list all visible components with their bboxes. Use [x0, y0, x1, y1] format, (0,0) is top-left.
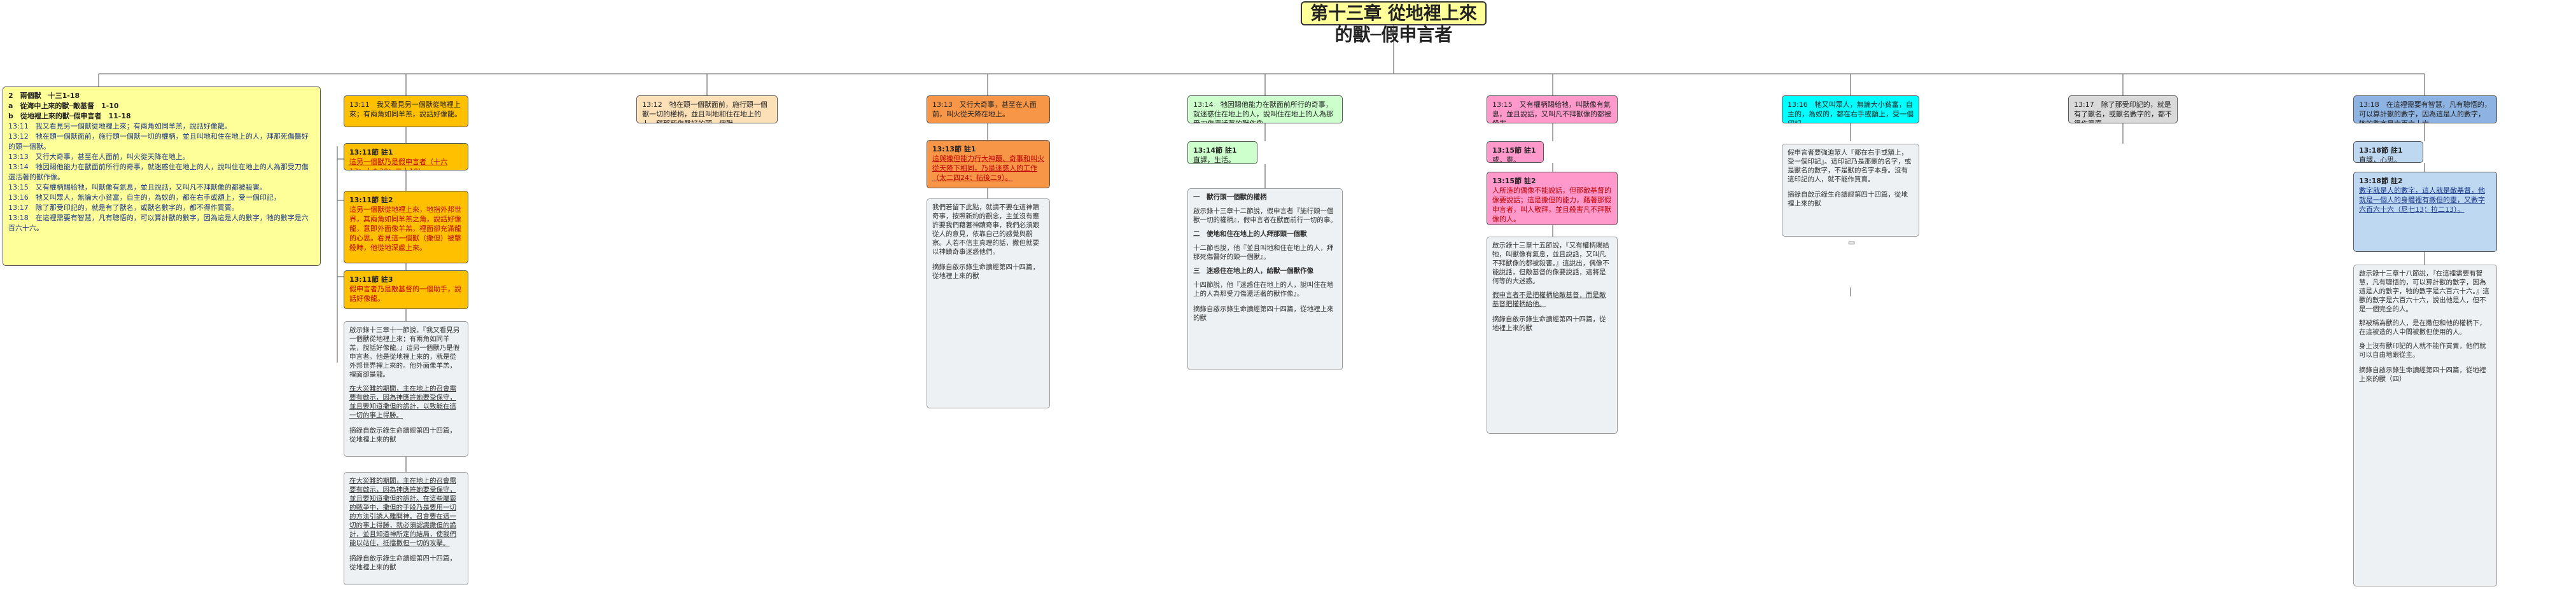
outline-line-3: b 從地裡上來的獸─假申言者 11-18	[8, 112, 131, 120]
detail-paragraph: 啟示錄十三章十二節說，假申言者『施行頭一個獸一切的權柄』，假申言者在獸面前行一切…	[1193, 207, 1337, 224]
detail-13-18[interactable]: 啟示錄十三章十八節說，『在這裡需要有智慧，凡有聰悟的，可以算計獸的數字，因為這是…	[2353, 265, 2497, 586]
note-heading: 13:14節 註1	[1193, 146, 1237, 155]
note-heading: 13:18節 註1	[2359, 146, 2403, 155]
outline-box[interactable]: 2 兩個獸 十三1-18 a 從海中上來的獸─敵基督 1-10 b 從地裡上來的…	[3, 87, 321, 266]
verse-13-11-node[interactable]: 13:11 我又看見另一個獸從地裡上來；有兩角如同羊羔，說話好像龍。	[344, 95, 468, 127]
outline-verse: 13:15 又有權柄賜給牠，叫獸像有氣息，並且說話，又叫凡不拜獸像的都被殺害。	[8, 183, 267, 191]
detail-paragraph: 十二節也說，他『並且叫地和住在地上的人，拜那死傷醫好的頭一個獸』。	[1193, 244, 1334, 261]
chapter-icon: ▦	[1390, 27, 1397, 36]
detail-13-11[interactable]: 啟示錄十三章十一節說，『我又看見另一個獸從地裡上來；有兩角如同羊羔，說話好像龍。…	[344, 321, 468, 457]
outline-line-1: 2 兩個獸 十三1-18	[8, 92, 80, 100]
detail-heading: 二 使地和住在地上的人拜那頭一個獸	[1193, 230, 1307, 238]
note-body: 這另一個獸從地裡上來，地指外邦世界，其兩角如同羊羔之角，說話好像龍，意即外面像羊…	[349, 205, 461, 252]
outline-verse: 13:17 除了那受印記的，就是有了獸名，或獸名數字的，都不得作買賣。	[8, 204, 239, 212]
detail-13-11-extra[interactable]: 在大災難的期間，主在地上的召會需要有啟示，因為神應許她要受保守，並且要知道撒但的…	[344, 472, 468, 585]
note-body: 直譯，生活。	[1193, 156, 1235, 164]
note-body: 這與撒但能力行大神蹟、奇事和叫火從天降下相同，乃是迷惑人的工作（太二四24；帖後…	[932, 155, 1044, 182]
note-body: 這另一個獸乃是假申言者（十六13；十九20；二十10）。	[349, 158, 447, 170]
detail-13-16[interactable]: 假申言者要強迫眾人『都在右手或額上，受一個印記』。這印記乃是那獸的名字，或是獸名…	[1782, 144, 1919, 237]
note-body: 人所造的偶像不能說話，但那敵基督的像要說話；這是撒但的能力，藉著那假申言者，叫人…	[1492, 186, 1611, 223]
detail-paragraph: 啟示錄十三章十一節說，『我又看見另一個獸從地裡上來；有兩角如同羊羔，說話好像龍。…	[349, 326, 460, 378]
detail-paragraph: 在大災難的期間，主在地上的召會需要有啟示，因為神應許她要受保守，並且要知道撒但的…	[349, 477, 456, 547]
note-heading: 13:11節 註1	[349, 148, 393, 156]
detail-paragraph: 假申言者要強迫眾人『都在右手或額上，受一個印記』。這印記乃是那獸的名字，或是獸名…	[1788, 149, 1912, 183]
detail-source: 摘錄自啟示錄生命讀經第四十四篇，從地裡上來的獸	[932, 263, 1039, 280]
note-heading: 13:11節 註3	[349, 275, 393, 284]
note-13-13-1[interactable]: 13:13節 註1 這與撒但能力行大神蹟、奇事和叫火從天降下相同，乃是迷惑人的工…	[927, 140, 1050, 188]
note-13-18-2[interactable]: 13:18節 註2 數字就是人的數字，這人就是敵基督，他就是一個人的身體裡有撒但…	[2353, 172, 2497, 252]
detail-source: 摘錄自啟示錄生命讀經第四十四篇，從地裡上來的獸	[349, 555, 456, 571]
outline-line-2: a 從海中上來的獸─敵基督 1-10	[8, 102, 119, 110]
outline-verse: 13:11 我又看見另一個獸從地裡上來；有兩角如同羊羔，說話好像龍。	[8, 122, 232, 130]
detail-heading: 三 迷惑住在地上的人，給獸一個獸作像	[1193, 267, 1313, 275]
note-body: 或，靈。	[1492, 156, 1520, 163]
chapter-title[interactable]: 第十三章 從地裡上來的獸─假申言者	[1301, 1, 1487, 45]
verse-13-18-node[interactable]: 13:18 在這裡需要有智慧，凡有聰悟的，可以算計獸的數字，因為這是人的數字，牠…	[2353, 95, 2497, 123]
detail-heading: 一 獸行頭一個獸的權柄	[1193, 193, 1267, 201]
note-13-18-1[interactable]: 13:18節 註1 直譯，心思。	[2353, 141, 2423, 163]
detail-paragraph: 啟示錄十三章十八節說，『在這裡需要有智慧，凡有聰悟的，可以算計獸的數字，因為這是…	[2359, 270, 2489, 313]
outline-verse: 13:14 牠因賜他能力在獸面前所行的奇事，就迷惑住在地上的人，說叫住在地上的人…	[8, 163, 309, 181]
outline-verse: 13:18 在這裡需要有智慧，凡有聰悟的，可以算計獸的數字，因為這是人的數字，牠…	[8, 214, 309, 232]
verse-13-16-node[interactable]: 13:16 牠又叫眾人，無論大小貧富，自主的，為奴的，都在右手或額上，受一個印記…	[1782, 95, 1919, 123]
note-13-11-2[interactable]: 13:11節 註2 這另一個獸從地裡上來，地指外邦世界，其兩角如同羊羔之角，說話…	[344, 191, 468, 263]
outline-verse: 13:16 牠又叫眾人，無論大小貧富，自主的，為奴的，都在右手或額上，受一個印記…	[8, 193, 281, 202]
note-13-15-1[interactable]: 13:15節 註1 或，靈。	[1487, 141, 1544, 163]
note-13-14-1[interactable]: 13:14節 註1 直譯，生活。	[1187, 141, 1257, 164]
detail-paragraph: 假申言者不是把權柄給敵基督，而是敵基督把權柄給他。	[1492, 291, 1606, 308]
detail-paragraph: 我們若留下此點，就請不要在這神蹟奇事，按照新約的觀念，主並沒有應許要我們藉著神蹟…	[932, 204, 1039, 256]
note-heading: 13:18節 註2	[2359, 177, 2403, 185]
detail-source: 摘錄自啟示錄生命讀經第四十四篇，從地裡上來的獸	[1788, 191, 1908, 207]
note-body: 直譯，心思。	[2359, 156, 2401, 163]
detail-paragraph: 十四節說，他『迷惑住在地上的人，說叫住在地上的人為那受刀傷還活著的獸作像』。	[1193, 281, 1334, 298]
note-heading: 13:15節 註2	[1492, 177, 1536, 185]
note-body: 數字就是人的數字，這人就是敵基督，他就是一個人的身體裡有撒但的靈，又數字六百六十…	[2359, 186, 2485, 214]
outline-verse: 13:13 又行大奇事，甚至在人面前，叫火從天降在地上。	[8, 153, 190, 161]
detail-13-13[interactable]: 我們若留下此點，就請不要在這神蹟奇事，按照新約的觀念，主並沒有應許要我們藉著神蹟…	[927, 198, 1050, 408]
outline-verse: 13:12 牠在頭一個獸面前，施行頭一個獸一切的權柄，並且叫地和住在地上的人，拜…	[8, 132, 309, 151]
detail-13-14[interactable]: 一 獸行頭一個獸的權柄 啟示錄十三章十二節說，假申言者『施行頭一個獸一切的權柄』…	[1187, 188, 1343, 370]
verse-13-14-node[interactable]: 13:14 牠因賜他能力在獸面前所行的奇事，就迷惑住在地上的人，說叫住在地上的人…	[1187, 95, 1343, 123]
detail-paragraph: 在大災難的期間，主在地上的召會需要有啟示，因為神應許她要受保守，並且要知道撒但的…	[349, 385, 456, 419]
detail-13-15[interactable]: 啟示錄十三章十五節說，『又有權柄賜給牠，叫獸像有氣息，並且說話，又叫凡不拜獸像的…	[1487, 237, 1618, 434]
verse-13-15-node[interactable]: 13:15 又有權柄賜給牠，叫獸像有氣息，並且說話，又叫凡不拜獸像的都被殺害。	[1487, 95, 1618, 123]
verse-13-12-node[interactable]: 13:12 牠在頭一個獸面前，施行頭一個獸一切的權柄，並且叫地和住在地上的人，拜…	[636, 95, 778, 123]
verse-13-13-node[interactable]: 13:13 又行大奇事，甚至在人面前，叫火從天降在地上。	[927, 95, 1050, 123]
verse-13-17-node[interactable]: 13:17 除了那受印記的，就是有了獸名，或獸名數字的，都不得作買賣。	[2068, 95, 2178, 123]
note-heading: 13:15節 註1	[1492, 146, 1536, 155]
detail-paragraph: 那被稱為獸的人，是在撒但和他的權柄下，在這被造的人中間被撒但使用的人。	[2359, 319, 2486, 336]
detail-source: 摘錄自啟示錄生命讀經第四十四篇，從地裡上來的獸	[349, 427, 456, 443]
detail-paragraph: 身上沒有獸印記的人就不能作買賣，他們就可以自由地跟從主。	[2359, 342, 2486, 359]
note-body: 假申言者乃是敵基督的一個助手，說話好像龍。	[349, 285, 461, 303]
note-13-11-3[interactable]: 13:11節 註3 假申言者乃是敵基督的一個助手，說話好像龍。	[344, 270, 468, 309]
note-heading: 13:13節 註1	[932, 145, 976, 153]
detail-paragraph: 啟示錄十三章十五節說，『又有權柄賜給牠，叫獸像有氣息，並且說話，又叫凡不拜獸像的…	[1492, 242, 1609, 285]
detail-source: 摘錄自啟示錄生命讀經第四十四篇，從地裡上來的獸	[1193, 305, 1334, 322]
detail-source: 摘錄自啟示錄生命讀經第四十四篇，從地裡上來的獸（四）	[2359, 366, 2486, 383]
note-13-11-1[interactable]: 13:11節 註1 這另一個獸乃是假申言者（十六13；十九20；二十10）。	[344, 143, 468, 170]
note-heading: 13:11節 註2	[349, 196, 393, 204]
note-13-15-2[interactable]: 13:15節 註2 人所造的偶像不能說話，但那敵基督的像要說話；這是撒但的能力，…	[1487, 172, 1618, 225]
detail-source: 摘錄自啟示錄生命讀經第四十四篇，從地裡上來的獸	[1492, 315, 1606, 332]
note-icon: ▭	[1848, 238, 1856, 247]
